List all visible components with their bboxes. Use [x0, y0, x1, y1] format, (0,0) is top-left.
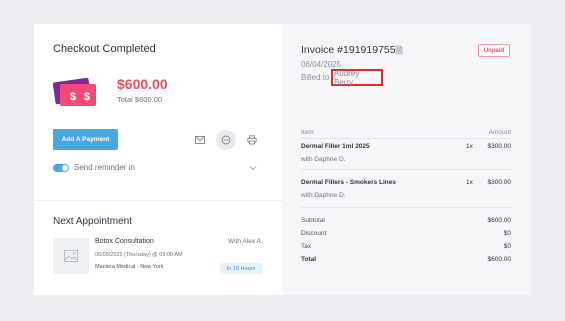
line-item-provider: with Daphne D.: [301, 192, 346, 199]
tax-label: Tax: [301, 243, 312, 250]
item-column-header: Item: [301, 129, 314, 136]
row-divider: [301, 207, 511, 208]
line-item-amount: $300.00: [487, 179, 512, 186]
invoice-title: Invoice #191919755: [301, 44, 396, 56]
invoice-status-badge: Unpaid: [478, 44, 510, 57]
image-placeholder-icon: [64, 250, 78, 262]
amount-column-header: Amount: [488, 129, 511, 136]
checkout-card: Checkout Completed $ $ $600.00 Total $60…: [34, 24, 531, 295]
money-icon: $ $: [52, 77, 96, 106]
checkout-amount: $600.00: [117, 76, 168, 92]
line-item-qty: 1x: [466, 179, 473, 186]
appointment-name[interactable]: Botox Consultation: [95, 238, 154, 245]
discount-label: Discount: [301, 230, 327, 237]
chevron-down-icon[interactable]: [248, 163, 258, 173]
file-icon[interactable]: [395, 45, 403, 55]
subtotal-label: Subtotal: [301, 217, 325, 224]
next-appointment-title: Next Appointment: [53, 216, 132, 227]
discount-value: $0: [503, 230, 511, 237]
tax-value: $0: [503, 243, 511, 250]
print-icon: [247, 135, 257, 145]
reminder-label: Send reminder in: [74, 163, 135, 172]
add-payment-button[interactable]: Add A Payment: [53, 129, 118, 150]
appointment-time-badge: In 18 Hours: [220, 263, 262, 274]
subtotal-value: $600.00: [487, 217, 512, 224]
email-button[interactable]: [190, 130, 210, 150]
checkout-total: Total $600.00: [117, 95, 163, 104]
invoice-panel: Invoice #191919755 Unpaid 06/04/2025 Bil…: [282, 24, 531, 295]
svg-text:$: $: [84, 91, 90, 103]
appointment-thumbnail: [53, 238, 89, 274]
appointment-provider: With Alex A.: [228, 238, 263, 245]
section-divider: [34, 200, 282, 201]
print-button[interactable]: [242, 130, 262, 150]
billed-to-label: Billed to: [301, 73, 330, 82]
billed-to-name[interactable]: Audrey Berry: [331, 69, 383, 87]
appointment-location: Maniera Medical - New York: [95, 264, 164, 270]
line-item-name: Dermal Fillers - Smokers Lines: [301, 179, 397, 186]
checkout-panel: Checkout Completed $ $ $600.00 Total $60…: [34, 24, 282, 295]
line-item-qty: 1x: [466, 143, 473, 150]
reminder-toggle[interactable]: [53, 164, 69, 172]
line-item-provider: with Daphne D.: [301, 156, 346, 163]
mail-icon: [195, 136, 205, 144]
sms-button[interactable]: [216, 130, 236, 150]
total-value: $600.00: [487, 256, 512, 263]
line-item-name: Dermal Filler 1ml 2025: [301, 143, 370, 150]
header-divider: [301, 138, 511, 139]
line-item-amount: $300.00: [487, 143, 512, 150]
checkout-title: Checkout Completed: [53, 43, 156, 55]
appointment-datetime: 06/05/2025 (Thursday) @ 09:00 AM: [95, 252, 183, 258]
row-divider: [301, 169, 511, 170]
svg-text:$: $: [70, 91, 76, 103]
total-label: Total: [301, 256, 317, 263]
chat-icon: [221, 135, 231, 145]
